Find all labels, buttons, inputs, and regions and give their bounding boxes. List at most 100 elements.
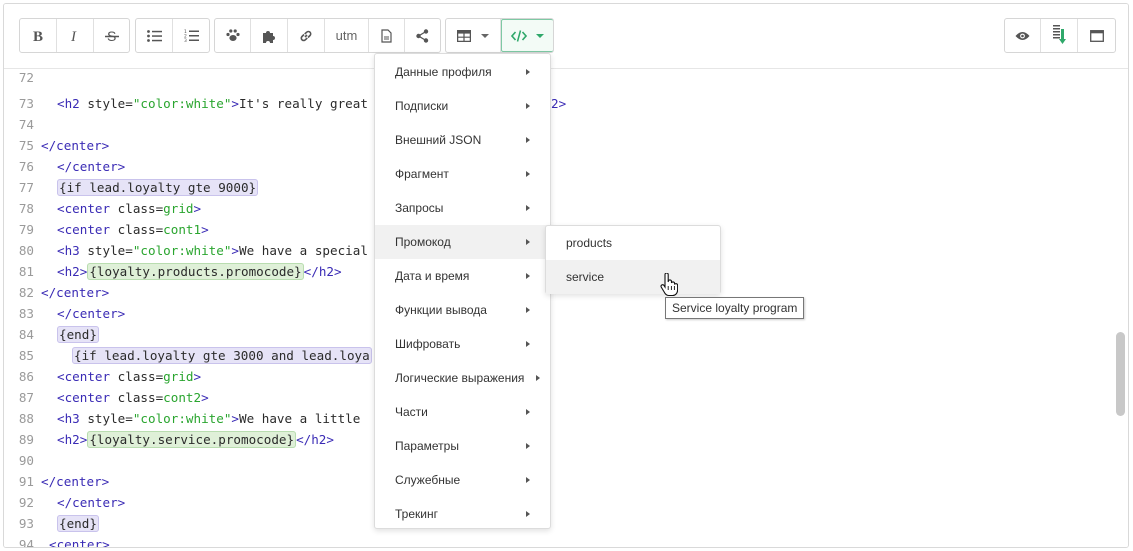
view-group [1004, 18, 1116, 53]
line-number: 94 [18, 537, 34, 548]
line-number: 85 [18, 348, 34, 363]
line-number: 88 [18, 411, 34, 426]
vertical-scrollbar[interactable] [1116, 70, 1125, 547]
line-code: <center class=cont1> [57, 222, 209, 237]
list-group: 123 [135, 18, 210, 53]
numbered-list-button[interactable]: 123 [173, 19, 209, 52]
line-number: 76 [18, 159, 34, 174]
chevron-right-icon [526, 171, 530, 177]
puzzle-button[interactable] [251, 19, 288, 52]
code-line: 75 </center> [4, 135, 1114, 156]
code-line: 89 <h2> {loyalty.service.promocode} </h2> [4, 429, 1114, 450]
code-editor[interactable]: 72 73 <h2 style="color:white">It's really… [4, 67, 1128, 548]
text-format-group: B I S [19, 18, 130, 53]
code-line: 87 <center class=cont2> [4, 387, 1114, 408]
menu-item-output-functions[interactable]: Функции вывода [375, 293, 550, 327]
chevron-right-icon [526, 477, 530, 483]
chevron-right-icon [526, 341, 530, 347]
line-code: </center> [41, 474, 110, 489]
menu-item-encrypt[interactable]: Шифровать [375, 327, 550, 361]
italic-button[interactable]: I [57, 19, 94, 52]
code-line: 93 {end} [4, 513, 1114, 534]
promocode-submenu: products service [545, 225, 721, 294]
code-line: 76 </center> [4, 156, 1114, 177]
window-button[interactable] [1078, 19, 1115, 52]
menu-item-external-json[interactable]: Внешний JSON [375, 123, 550, 157]
menu-item-promocode[interactable]: Промокод [375, 225, 550, 259]
table-button[interactable] [446, 19, 501, 52]
paw-button[interactable] [215, 19, 251, 52]
line-number: 86 [18, 369, 34, 384]
chevron-right-icon [526, 307, 530, 313]
line-code: <center class=grid> [57, 201, 202, 216]
code-icon [511, 29, 527, 42]
line-code: <h2> {loyalty.products.promocode} </h2> [57, 263, 342, 280]
chevron-right-icon [536, 375, 540, 381]
code-line: 84 {end} [4, 324, 1114, 345]
link-icon [300, 30, 312, 41]
line-code: <center> [49, 537, 110, 548]
menu-item-date-time[interactable]: Дата и время [375, 259, 550, 293]
menu-item-parts[interactable]: Части [375, 395, 550, 429]
code-line: 77 {if lead.loyalty gte 9000} [4, 177, 1114, 198]
template-tag: {if lead.loyalty gte 9000} [57, 179, 259, 196]
code-line: 94 <center> [4, 534, 1114, 548]
document-button[interactable] [369, 19, 405, 52]
line-number: 83 [18, 306, 34, 321]
line-number: 84 [18, 327, 34, 342]
submenu-item-products[interactable]: products [546, 226, 720, 260]
preview-button[interactable] [1005, 19, 1041, 52]
chevron-right-icon [526, 511, 530, 517]
menu-item-profile-data[interactable]: Данные профиля [375, 55, 550, 89]
strikethrough-button[interactable]: S [94, 19, 129, 52]
line-number: 72 [18, 70, 34, 85]
line-number: 91 [18, 474, 34, 489]
line-number: 77 [18, 180, 34, 195]
menu-item-parameters[interactable]: Параметры [375, 429, 550, 463]
bold-button[interactable]: B [20, 19, 57, 52]
chevron-right-icon [526, 443, 530, 449]
menu-item-logical-expressions[interactable]: Логические выражения [375, 361, 550, 395]
strikethrough-icon: S [104, 29, 119, 43]
line-number: 87 [18, 390, 34, 405]
utm-button[interactable]: utm [325, 19, 369, 52]
line-code: {end} [57, 324, 99, 345]
link-button[interactable] [288, 19, 325, 52]
menu-item-requests[interactable]: Запросы [375, 191, 550, 225]
chevron-down-icon [481, 33, 489, 38]
code-line: 85 {if lead.loyalty gte 3000 and lead.loy… [4, 345, 1114, 366]
code-line: 78 <center class=grid> [4, 198, 1114, 219]
template-variable: {loyalty.products.promocode} [87, 263, 304, 280]
line-number: 82 [18, 285, 34, 300]
line-code: <h2 style="color:white">It's really grea… [57, 96, 368, 111]
menu-item-tracking[interactable]: Трекинг [375, 497, 550, 531]
menu-item-fragment[interactable]: Фрагмент [375, 157, 550, 191]
line-number: 73 [18, 96, 34, 111]
code-button[interactable] [501, 19, 553, 52]
menu-item-subscriptions[interactable]: Подписки [375, 89, 550, 123]
line-number: 81 [18, 264, 34, 279]
line-code: <h2> {loyalty.service.promocode} </h2> [57, 431, 334, 448]
code-line: 88 <h3 style="color:white">We have a litt… [4, 408, 1114, 429]
code-line: 74 [4, 114, 1114, 135]
line-code: <center class=grid> [57, 369, 202, 384]
submenu-item-service[interactable]: service [546, 260, 720, 294]
line-number: 74 [18, 117, 34, 132]
code-line: 86 <center class=grid> [4, 366, 1114, 387]
scrollbar-thumb[interactable] [1116, 332, 1125, 416]
svg-text:I: I [70, 29, 77, 42]
share-button[interactable] [405, 19, 440, 52]
menu-item-service[interactable]: Служебные [375, 463, 550, 497]
hand-cursor-icon [660, 273, 678, 297]
line-number: 93 [18, 516, 34, 531]
table-icon [457, 29, 471, 42]
bullet-list-button[interactable] [136, 19, 173, 52]
insert-group: utm [214, 18, 441, 53]
download-button[interactable] [1041, 19, 1078, 52]
share-icon [416, 28, 429, 43]
line-code: </center> [41, 285, 110, 300]
table-code-group [445, 18, 554, 53]
line-code: </center> [57, 159, 126, 174]
code-line: 72 [4, 67, 1114, 88]
line-number: 90 [18, 453, 34, 468]
